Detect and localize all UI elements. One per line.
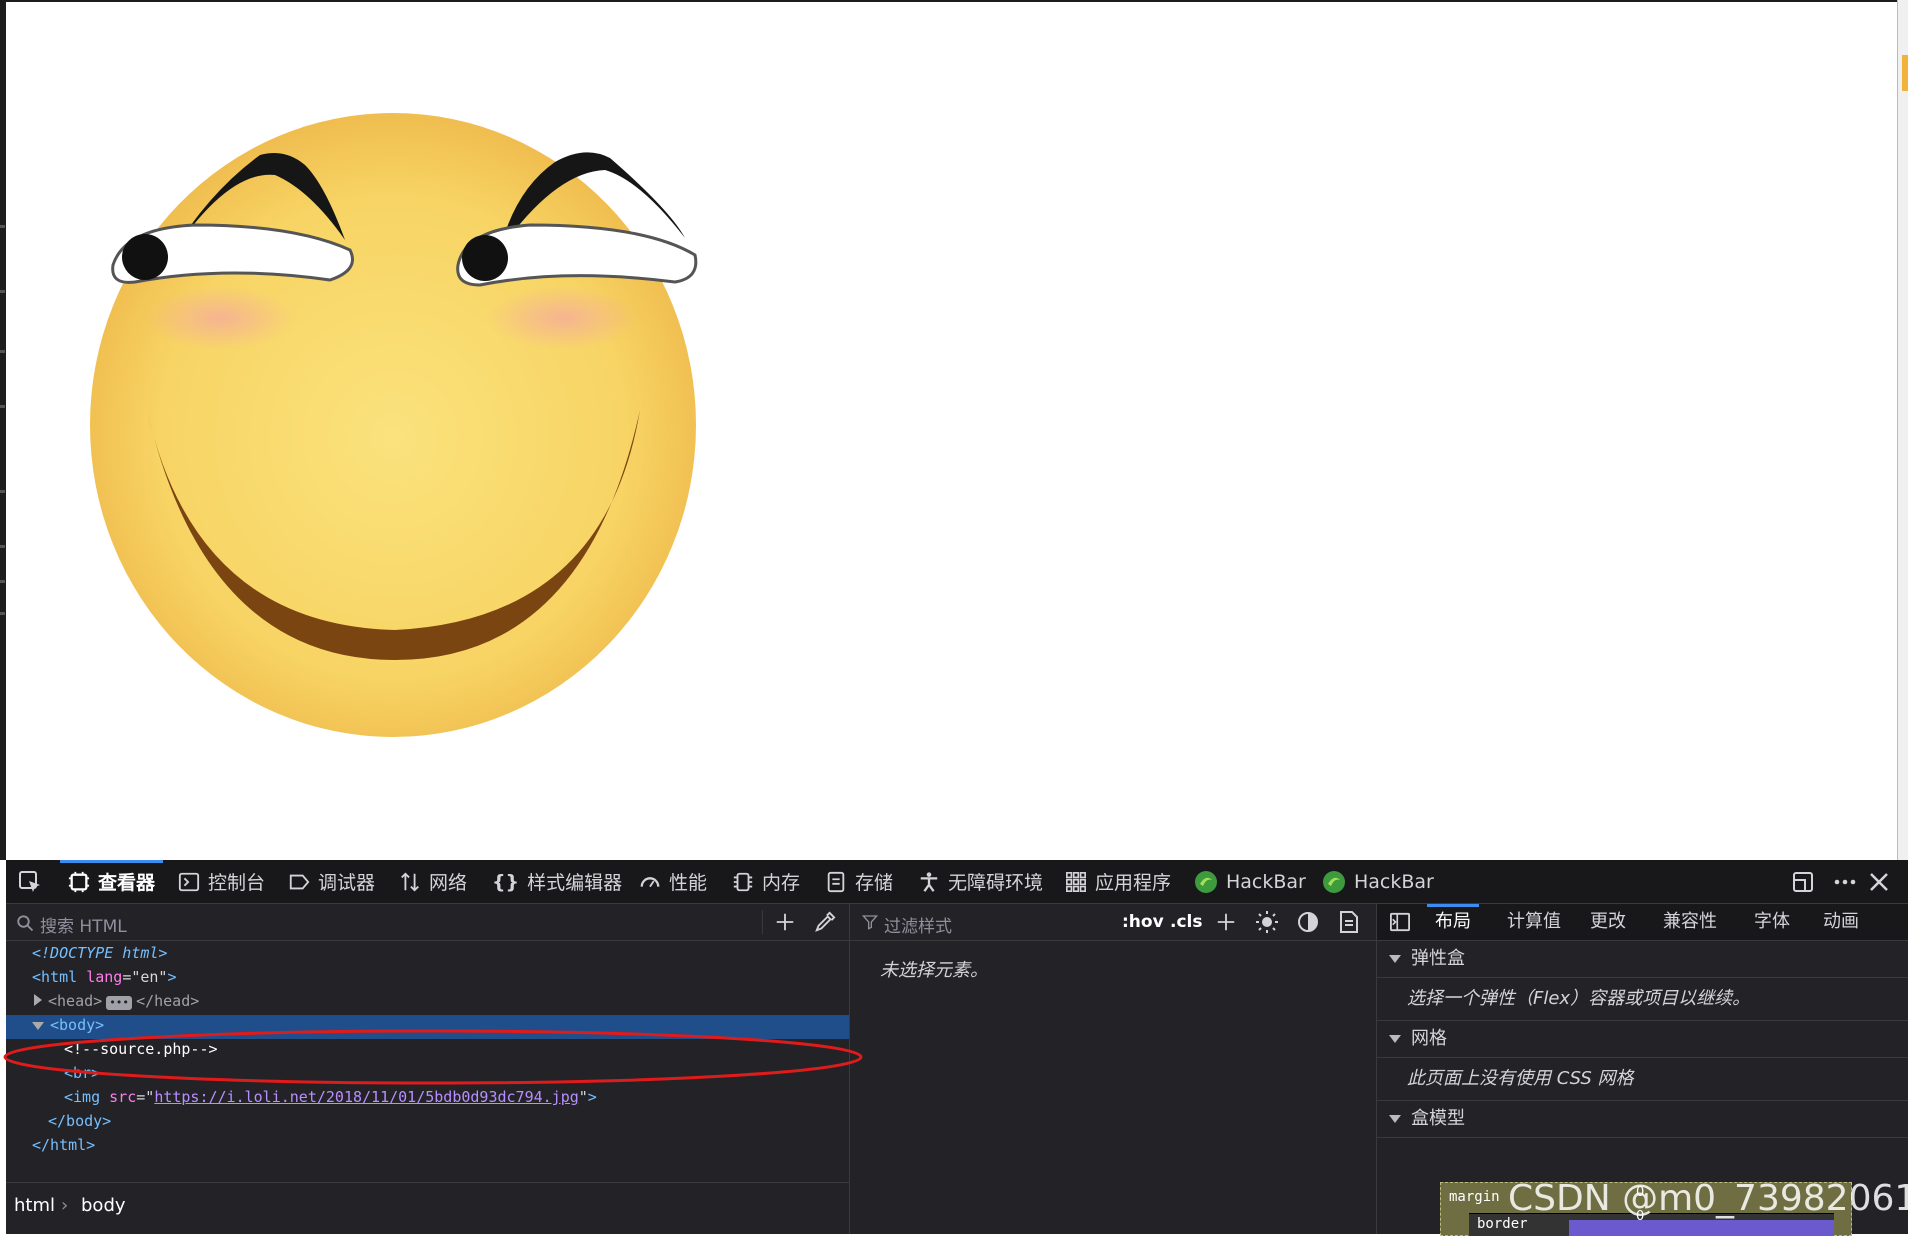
tab-hackbar-2[interactable]: HackBar: [1322, 860, 1434, 903]
scrollbar[interactable]: [1897, 0, 1908, 860]
network-icon: [401, 871, 419, 892]
close-icon[interactable]: [1867, 870, 1891, 894]
tab-accessibility[interactable]: 无障碍环境: [918, 860, 1043, 903]
window-frame-left: [0, 0, 6, 860]
rules-toolbar: 过滤样式 :hov .cls: [850, 904, 1376, 941]
collapse-icon: [1389, 1115, 1401, 1123]
breadcrumb-item-html[interactable]: html: [14, 1195, 55, 1216]
box-model-margin-label: margin: [1449, 1189, 1500, 1205]
expand-icon[interactable]: [34, 994, 42, 1006]
filter-styles-input[interactable]: 过滤样式: [884, 912, 952, 937]
style-editor-icon: {}: [492, 870, 520, 893]
more-options-icon[interactable]: [1833, 870, 1857, 894]
tab-label: 网络: [429, 872, 468, 894]
application-icon: [1066, 871, 1086, 892]
page-viewport: [0, 0, 1908, 860]
breadcrumb: html › body: [6, 1182, 849, 1235]
devtools-toolbar: 查看器 控制台 调试器 网络 {} 样式编辑器 性能 内存 存储 无障碍环境 应…: [6, 860, 1908, 904]
add-rule-icon[interactable]: [1215, 911, 1237, 933]
dark-scheme-icon[interactable]: [1296, 910, 1320, 934]
memory-icon: [733, 872, 753, 891]
accessibility-icon: [920, 871, 938, 892]
html-search-bar[interactable]: 搜索 HTML: [6, 904, 849, 941]
filter-icon: [862, 915, 878, 930]
tab-network[interactable]: 网络: [399, 860, 467, 903]
tab-label: HackBar: [1226, 870, 1306, 893]
tree-node-img[interactable]: <img src="https://i.loli.net/2018/11/01/…: [64, 1085, 597, 1109]
tab-inspector[interactable]: 查看器: [59, 860, 164, 903]
tree-node-doctype[interactable]: <!DOCTYPE html>: [32, 941, 167, 965]
tab-performance[interactable]: 性能: [639, 860, 707, 903]
no-element-message: 未选择元素。: [880, 960, 988, 981]
search-input[interactable]: 搜索 HTML: [40, 912, 127, 937]
annotation-ellipse: [3, 1029, 863, 1085]
tab-fonts[interactable]: 字体: [1754, 904, 1790, 940]
tab-compatibility[interactable]: 兼容性: [1663, 904, 1717, 940]
tab-storage[interactable]: 存储: [825, 860, 893, 903]
tree-node-html-close[interactable]: </html>: [32, 1133, 95, 1157]
tab-label: 存储: [855, 872, 894, 894]
flexbox-message: 选择一个弹性（Flex）容器或项目以继续。: [1377, 978, 1908, 1021]
tree-node-html[interactable]: <html lang="en">: [32, 965, 177, 989]
inspector-icon: [68, 871, 90, 892]
tab-label: 应用程序: [1095, 872, 1172, 894]
tab-application[interactable]: 应用程序: [1065, 860, 1171, 903]
performance-icon: [640, 876, 660, 887]
debugger-icon: [289, 874, 310, 889]
tab-label: 查看器: [98, 872, 156, 894]
light-scheme-icon[interactable]: [1255, 910, 1279, 934]
eyedropper-icon[interactable]: [814, 911, 836, 933]
tab-label: 无障碍环境: [948, 872, 1044, 894]
img-src-link[interactable]: https://i.loli.net/2018/11/01/5bdb0d93dc…: [154, 1088, 578, 1106]
tab-changes[interactable]: 更改: [1590, 904, 1626, 940]
tab-label: 调试器: [318, 872, 376, 894]
tab-style-editor[interactable]: {} 样式编辑器: [492, 860, 622, 903]
print-simulation-icon[interactable]: [1338, 910, 1360, 934]
search-icon: [17, 915, 34, 932]
dock-side-icon[interactable]: [1791, 870, 1815, 894]
toggle-sidebar-icon[interactable]: [1389, 912, 1411, 932]
breadcrumb-item-body[interactable]: body: [81, 1195, 126, 1216]
sidebar-tabs: 布局 计算值 更改 兼容性 字体 动画: [1377, 904, 1908, 941]
tab-label: 样式编辑器: [527, 872, 623, 894]
hackbar-icon: [1323, 870, 1345, 893]
tab-memory[interactable]: 内存: [732, 860, 800, 903]
tab-layout[interactable]: 布局: [1427, 904, 1479, 940]
collapse-icon: [1389, 1035, 1401, 1043]
tab-label: 控制台: [208, 872, 266, 894]
breadcrumb-separator-icon: ›: [61, 1195, 69, 1216]
add-node-icon[interactable]: [774, 911, 796, 933]
smiley-face-image: [90, 113, 698, 737]
tab-label: 性能: [669, 872, 708, 894]
tab-debugger[interactable]: 调试器: [288, 860, 375, 903]
tab-hackbar[interactable]: HackBar: [1194, 860, 1306, 903]
watermark: CSDN @m0_73982061: [1508, 1178, 1908, 1219]
storage-icon: [827, 871, 845, 892]
cls-toggle[interactable]: .cls: [1170, 912, 1202, 932]
tab-computed[interactable]: 计算值: [1507, 904, 1561, 940]
tree-node-body-close[interactable]: </body>: [48, 1109, 111, 1133]
flexbox-section-header[interactable]: 弹性盒: [1377, 941, 1908, 978]
hackbar-icon: [1195, 870, 1217, 893]
hov-toggle[interactable]: :hov: [1122, 912, 1164, 932]
rules-pane: 过滤样式 :hov .cls 未选择元素。: [850, 904, 1377, 1234]
collapse-icon: [1389, 955, 1401, 963]
boxmodel-section-header[interactable]: 盒模型: [1377, 1101, 1908, 1138]
console-icon: [178, 872, 200, 891]
window-frame-top: [6, 0, 1897, 2]
tab-animations[interactable]: 动画: [1823, 904, 1859, 940]
grid-section-header[interactable]: 网格: [1377, 1021, 1908, 1058]
grid-message: 此页面上没有使用 CSS 网格: [1377, 1058, 1908, 1101]
tab-console[interactable]: 控制台: [178, 860, 265, 903]
tree-node-head[interactable]: <head> ••• </head>: [34, 989, 199, 1013]
tab-label: 内存: [762, 872, 801, 894]
collapsed-ellipsis-icon[interactable]: •••: [106, 996, 133, 1010]
element-picker-icon[interactable]: [18, 870, 42, 894]
tab-label: HackBar: [1354, 870, 1434, 893]
